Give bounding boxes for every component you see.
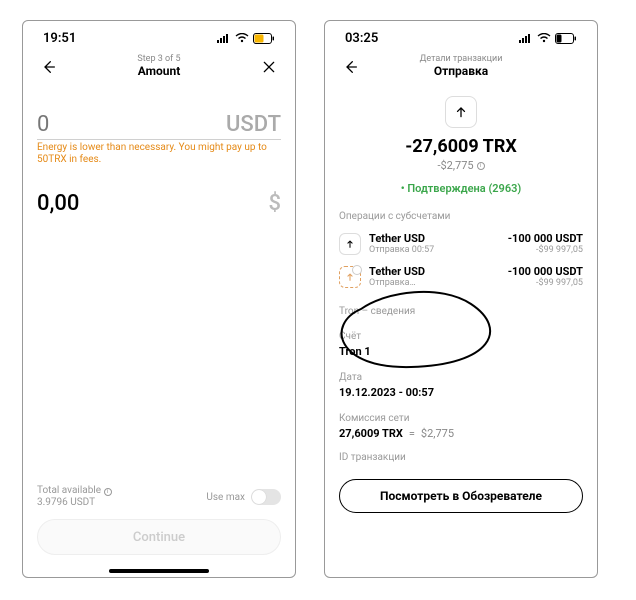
amount-value: 0: [37, 112, 49, 137]
status-icons: [217, 33, 275, 44]
account-block: Счёт Tron 1: [339, 331, 583, 358]
wifi-icon: [235, 33, 249, 43]
back-button[interactable]: [37, 59, 61, 75]
close-icon: [261, 59, 277, 75]
nav-header: Step 3 of 5 Amount: [23, 49, 295, 86]
fee-trx: 27,6009 TRX: [339, 427, 403, 440]
op-amount: -100 000 USDT: [508, 265, 583, 278]
fiat-row[interactable]: 0,00 $: [37, 191, 281, 216]
available-label: Total available: [37, 485, 101, 496]
use-max-block: Use max: [206, 489, 281, 505]
fee-eq: =: [409, 427, 415, 440]
arrow-up-pending-icon: [339, 266, 361, 288]
status-time: 19:51: [43, 31, 76, 46]
nav-header: Детали транзакции Отправка: [325, 49, 597, 86]
info-icon[interactable]: i: [477, 162, 485, 170]
op-title: Tether USD: [369, 265, 500, 278]
arrow-up-icon: [454, 105, 468, 119]
tx-amount: -27,6009 TRX: [339, 136, 583, 157]
phone-right: 03:25 Детали транзакции Отправка -27,600…: [324, 20, 598, 578]
account-label: Счёт: [339, 331, 583, 342]
amount-row[interactable]: 0 USDT: [37, 86, 281, 140]
back-button[interactable]: [339, 59, 363, 75]
tx-usd-value: -$2,775: [437, 159, 473, 172]
confirm-text: Подтверждена (2963): [407, 182, 521, 195]
date-label: Дата: [339, 372, 583, 383]
op-amount-usd: -$99 997,05: [508, 278, 583, 288]
left-body: 0 USDT Energy is lower than necessary. Y…: [23, 86, 295, 569]
arrow-up-icon: [339, 233, 361, 255]
op-subtitle: Отправка 00:57: [369, 245, 500, 255]
tron-section-label: Tron – сведения: [339, 306, 583, 317]
nav-title-block: Step 3 of 5 Amount: [61, 55, 257, 78]
continue-button[interactable]: Continue: [37, 519, 281, 555]
battery-icon: [253, 33, 275, 44]
available-block: Total available i 3.9796 USDT: [37, 485, 112, 509]
op-amount: -100 000 USDT: [508, 232, 583, 245]
info-icon[interactable]: i: [104, 488, 112, 496]
txid-label: ID транзакции: [339, 452, 583, 463]
fee-label: Комиссия сети: [339, 413, 583, 424]
send-icon-box: [445, 96, 477, 128]
continue-label: Continue: [133, 530, 185, 545]
op-row[interactable]: Tether USD Отправка… -100 000 USDT -$99 …: [339, 265, 583, 288]
signal-icon: [217, 33, 231, 43]
tx-amount-usd: -$2,775 i: [339, 159, 583, 172]
nav-title: Отправка: [363, 65, 559, 78]
op-amount-usd: -$99 997,05: [508, 245, 583, 255]
confirm-status: • Подтверждена (2963): [339, 182, 583, 195]
use-max-label: Use max: [206, 492, 245, 503]
nav-title-block: Детали транзакции Отправка: [363, 55, 559, 78]
op-row[interactable]: Tether USD Отправка 00:57 -100 000 USDT …: [339, 232, 583, 255]
view-explorer-button[interactable]: Посмотреть в Обозревателе: [339, 479, 583, 513]
status-time: 03:25: [345, 31, 378, 46]
status-bar: 03:25: [325, 21, 597, 49]
explorer-label: Посмотреть в Обозревателе: [380, 489, 542, 503]
close-button[interactable]: [257, 59, 281, 75]
account-value: Tron 1: [339, 345, 583, 358]
available-row: Total available i 3.9796 USDT Use max: [37, 485, 281, 509]
right-body: -27,6009 TRX -$2,775 i • Подтверждена (2…: [325, 86, 597, 577]
use-max-toggle[interactable]: [251, 489, 281, 505]
op-title: Tether USD: [369, 232, 500, 245]
phone-left: 19:51 Step 3 of 5 Amount 0 USDT: [22, 20, 296, 578]
wifi-icon: [537, 33, 551, 43]
fee-block: Комиссия сети 27,6009 TRX = $2,775: [339, 413, 583, 440]
nav-title: Amount: [61, 65, 257, 78]
status-icons: [519, 33, 577, 44]
date-block: Дата 19.12.2023 - 00:57: [339, 372, 583, 399]
status-bar: 19:51: [23, 21, 295, 49]
fiat-value: 0,00: [37, 191, 79, 216]
battery-icon: [555, 33, 577, 44]
date-value: 19.12.2023 - 00:57: [339, 386, 583, 399]
txid-block: ID транзакции: [339, 452, 583, 463]
amount-currency: USDT: [226, 112, 281, 137]
subops-label: Операции с субсчетами: [339, 211, 583, 222]
fee-warning: Energy is lower than necessary. You migh…: [37, 142, 281, 165]
home-indicator[interactable]: [109, 569, 209, 573]
fiat-currency: $: [268, 191, 281, 216]
arrow-left-icon: [343, 59, 359, 75]
available-value: 3.9796 USDT: [37, 497, 95, 508]
signal-icon: [519, 33, 533, 43]
op-subtitle: Отправка…: [369, 278, 500, 288]
arrow-left-icon: [41, 59, 57, 75]
fee-usd: $2,775: [421, 427, 454, 440]
